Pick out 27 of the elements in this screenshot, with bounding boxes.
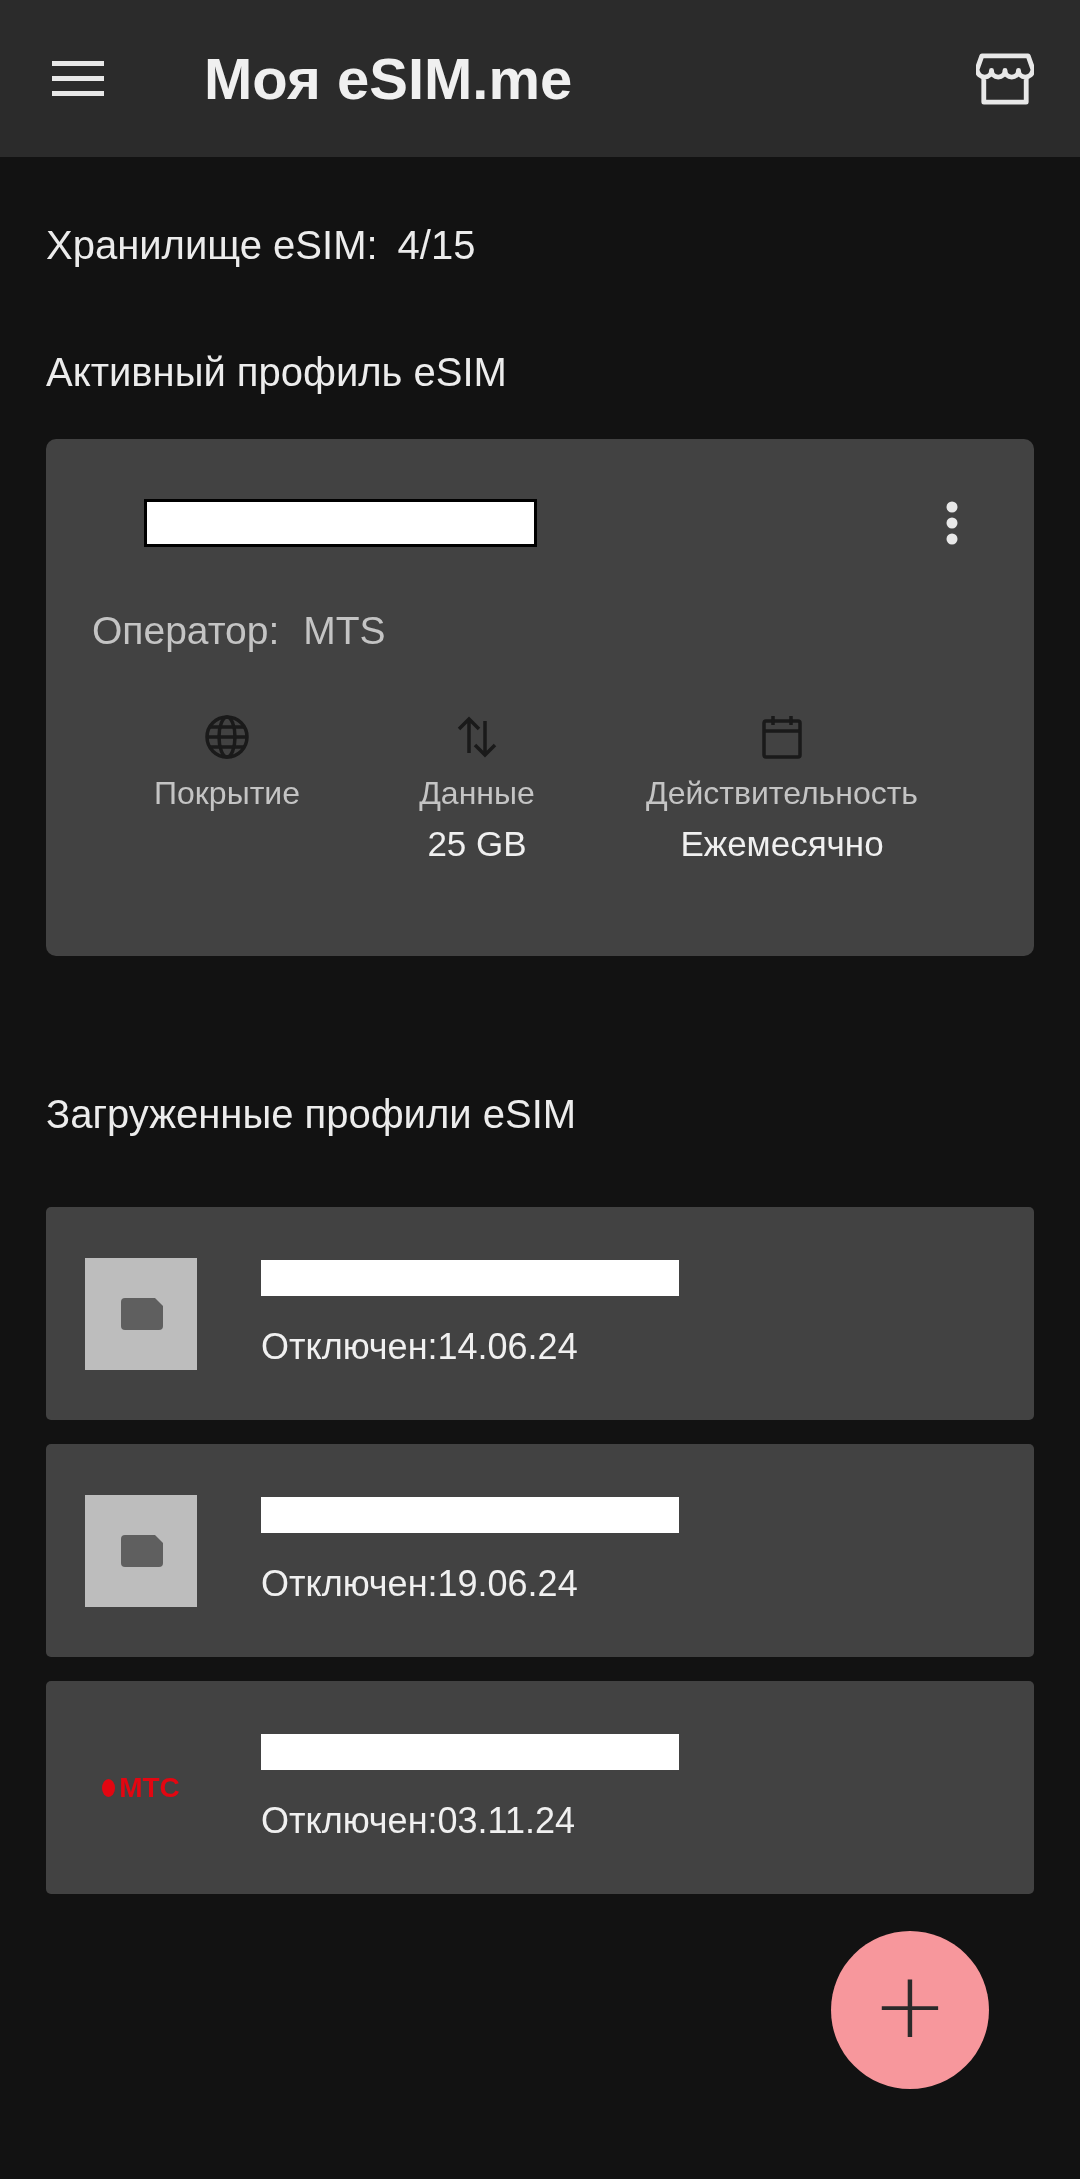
globe-icon	[203, 713, 251, 761]
app-title: Моя eSIM.me	[204, 45, 574, 112]
operator-label: Оператор:	[92, 609, 280, 653]
more-icon[interactable]	[946, 501, 958, 545]
stat-label: Покрытие	[154, 775, 300, 812]
section-title: Загруженные профили eSIM	[46, 1092, 578, 1137]
operator-name: MTS	[303, 609, 386, 653]
profile-card[interactable]: МТС Отключен:03.11.24	[46, 1681, 1034, 1894]
menu-icon[interactable]	[52, 60, 104, 97]
active-profile-card[interactable]: Оператор: MTS Покрытие Данные 25 GB Действительность Ежемесячно	[46, 439, 1034, 956]
profile-status: Отключен:19.06.24	[261, 1562, 579, 1605]
stat-label: Данные	[419, 775, 535, 812]
profile-card[interactable]: Отключен:14.06.24	[46, 1207, 1034, 1420]
profile-status: Отключен:14.06.24	[261, 1325, 579, 1368]
stat-label: Действительность	[645, 775, 918, 812]
store-icon[interactable]	[976, 51, 1034, 106]
profile-card[interactable]: Отключен:19.06.24	[46, 1444, 1034, 1657]
section-title: Активный профиль eSIM	[46, 350, 508, 395]
profile-status: Отключен:03.11.24	[261, 1799, 576, 1842]
storage-label: Хранилище eSIM:	[46, 223, 378, 268]
stat-value: 25 GB	[427, 824, 527, 864]
operator-logo: МТС	[102, 1771, 180, 1804]
sim-card-icon	[85, 1494, 197, 1607]
add-button[interactable]: +	[831, 1931, 989, 2089]
storage-count: 4/15	[397, 223, 476, 268]
stat-value: Ежемесячно	[680, 824, 884, 864]
sim-card-icon	[85, 1257, 197, 1370]
